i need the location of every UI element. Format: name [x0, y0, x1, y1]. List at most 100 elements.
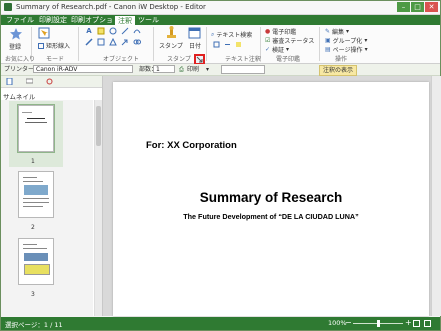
verify-icon: ✓ — [265, 46, 271, 53]
comment-tab-icon[interactable] — [26, 78, 33, 85]
curve-icon[interactable] — [133, 27, 141, 35]
tab-tools[interactable]: ツール — [135, 15, 162, 25]
chevron-down-icon: ▾ — [364, 37, 368, 44]
fit-page-icon[interactable] — [413, 320, 420, 327]
print-icon[interactable]: ⎙ — [179, 65, 184, 74]
chevron-down-icon[interactable]: ▾ — [206, 65, 209, 74]
zoom-slider-handle[interactable] — [377, 320, 380, 327]
thumbnail-scrollbar[interactable] — [94, 100, 102, 316]
favorite-register-label: 登録 — [9, 44, 22, 51]
edit-icon: ✎ — [325, 28, 331, 35]
ellipse-icon[interactable] — [109, 27, 117, 35]
thumbnail-page-2[interactable] — [18, 171, 54, 218]
chevron-down-icon: ▾ — [364, 46, 368, 53]
show-annotations-label: 注釈の表示 — [323, 67, 354, 74]
select-mode-icon[interactable] — [38, 27, 50, 39]
document-scrollbar[interactable] — [431, 76, 441, 316]
date-label[interactable]: 日付 — [189, 41, 201, 50]
zoom-in-icon[interactable]: + — [405, 318, 412, 327]
chevron-down-icon: ▾ — [346, 28, 350, 35]
rect-icon — [38, 42, 44, 49]
page-icon: ▤ — [325, 46, 331, 53]
thumbnail-table — [24, 264, 50, 275]
review-status-button[interactable]: ☑ 審査ステータス — [265, 36, 314, 45]
chevron-down-icon: ▾ — [286, 46, 290, 53]
thumbnail-page-3[interactable] — [18, 238, 54, 285]
stamp-label[interactable]: スタンプ — [159, 41, 183, 50]
group-label-e-seal: 電子印鑑 — [276, 56, 301, 63]
group-button[interactable]: ▣ グループ化 ▾ — [325, 36, 367, 45]
link-icon[interactable] — [133, 38, 141, 46]
highlighter-icon[interactable] — [97, 27, 105, 35]
title-bar: Summary of Research.pdf - Canon iW Deskt… — [1, 1, 440, 15]
close-button[interactable]: ✕ — [425, 2, 438, 12]
document-page: For: XX Corporation Summary of Research … — [113, 82, 429, 316]
window-title: Summary of Research.pdf - Canon iW Deskt… — [16, 3, 206, 11]
recipient-line: For: XX Corporation — [146, 140, 237, 151]
tab-file[interactable]: ファイル — [3, 15, 37, 25]
attachment-tab-icon[interactable] — [46, 78, 53, 85]
status-bar: 選択ページ：1 / 11 100% − + — [1, 317, 440, 330]
group-label-operation: 操作 — [335, 56, 348, 63]
page-status: 選択ページ：1 / 11 — [5, 321, 63, 329]
printer-select[interactable]: Canon iR-ADV — [33, 65, 133, 73]
app-icon — [4, 3, 12, 11]
mode-rect-button[interactable]: 矩形線入 — [38, 41, 70, 50]
rectangle-icon[interactable] — [97, 38, 105, 46]
ribbon: 登録 矩形線入 A スタンプ 日付 ⌕ テキスト検索 ● 電子印鑑 ☑ 審査ステ… — [1, 25, 440, 64]
edit-label: 編集 — [332, 29, 345, 36]
fit-width-icon[interactable] — [424, 320, 431, 327]
thumbnail-image — [24, 185, 48, 195]
minimize-button[interactable]: – — [397, 2, 410, 12]
mode-rect-label: 矩形線入 — [46, 43, 71, 50]
thumbnail-list: 1 2 3 — [1, 100, 93, 316]
e-seal-button[interactable]: ● 電子印鑑 — [265, 27, 296, 36]
tab-print-settings[interactable]: 印刷設定 — [36, 15, 70, 25]
group-icon: ▣ — [325, 37, 331, 44]
date-stamp-icon[interactable] — [188, 26, 201, 39]
page-operation-button[interactable]: ▤ ページ操作 ▾ — [325, 45, 368, 54]
arrow-icon[interactable] — [121, 38, 129, 46]
highlight-text-icon[interactable] — [235, 41, 242, 48]
thumbnail-number: 1 — [31, 158, 35, 165]
polygon-icon[interactable] — [109, 38, 117, 46]
text-search-button[interactable]: ⌕ テキスト検索 — [211, 30, 253, 40]
print-button[interactable]: 印刷 — [187, 65, 199, 74]
pen-icon[interactable] — [85, 38, 93, 46]
edit-button[interactable]: ✎ 編集 ▾ — [325, 27, 349, 36]
verify-label: 検証 — [272, 47, 285, 54]
e-seal-label: 電子印鑑 — [272, 29, 297, 36]
text-search-icon: ⌕ — [211, 30, 215, 38]
group-label-objects: オブジェクト — [103, 56, 140, 63]
text-search-label: テキスト検索 — [216, 32, 253, 39]
text-tool-icon[interactable]: A — [85, 27, 93, 35]
star-icon[interactable] — [9, 27, 23, 41]
zoom-out-icon[interactable]: − — [345, 318, 352, 327]
review-status-label: 審査ステータス — [272, 38, 315, 45]
stamp-icon[interactable] — [165, 26, 178, 40]
group-label: グループ化 — [332, 38, 363, 45]
maximize-button[interactable]: □ — [411, 2, 424, 12]
group-label-favorites: お気に入り — [5, 56, 36, 63]
thumbnail-number: 3 — [31, 291, 35, 298]
group-label-stamp: スタンプ — [167, 56, 191, 63]
thumbnail-panel: サムネイル 1 2 3 — [1, 76, 103, 316]
thumbnail-page-1[interactable] — [17, 104, 55, 153]
copies-stepper[interactable]: 1 — [153, 65, 175, 73]
page-op-label: ページ操作 — [332, 47, 363, 54]
seal-icon: ● — [265, 28, 271, 35]
show-annotations-toggle[interactable]: 注釈の表示 — [319, 65, 358, 76]
zoom-level: 100% — [328, 319, 347, 327]
group-label-text-annotation: テキスト注釈 — [225, 56, 261, 63]
thumbnail-image — [24, 253, 48, 261]
verify-button[interactable]: ✓ 検証 ▾ — [265, 45, 289, 54]
app-window: Summary of Research.pdf - Canon iW Deskt… — [0, 0, 441, 331]
underline-icon[interactable] — [213, 41, 220, 48]
line-icon[interactable] — [121, 27, 129, 35]
checkbox-icon: ☑ — [265, 37, 271, 44]
print-toolbar: プリンター： Canon iR-ADV 部数： 1 ⎙ 印刷 ▾ 注釈の表示 — [1, 64, 440, 76]
thumbnail-tab-icon[interactable] — [6, 78, 13, 85]
scroll-thumb[interactable] — [96, 106, 101, 146]
annotation-toolbar-box[interactable] — [221, 65, 265, 74]
strikeout-icon[interactable] — [224, 41, 231, 48]
